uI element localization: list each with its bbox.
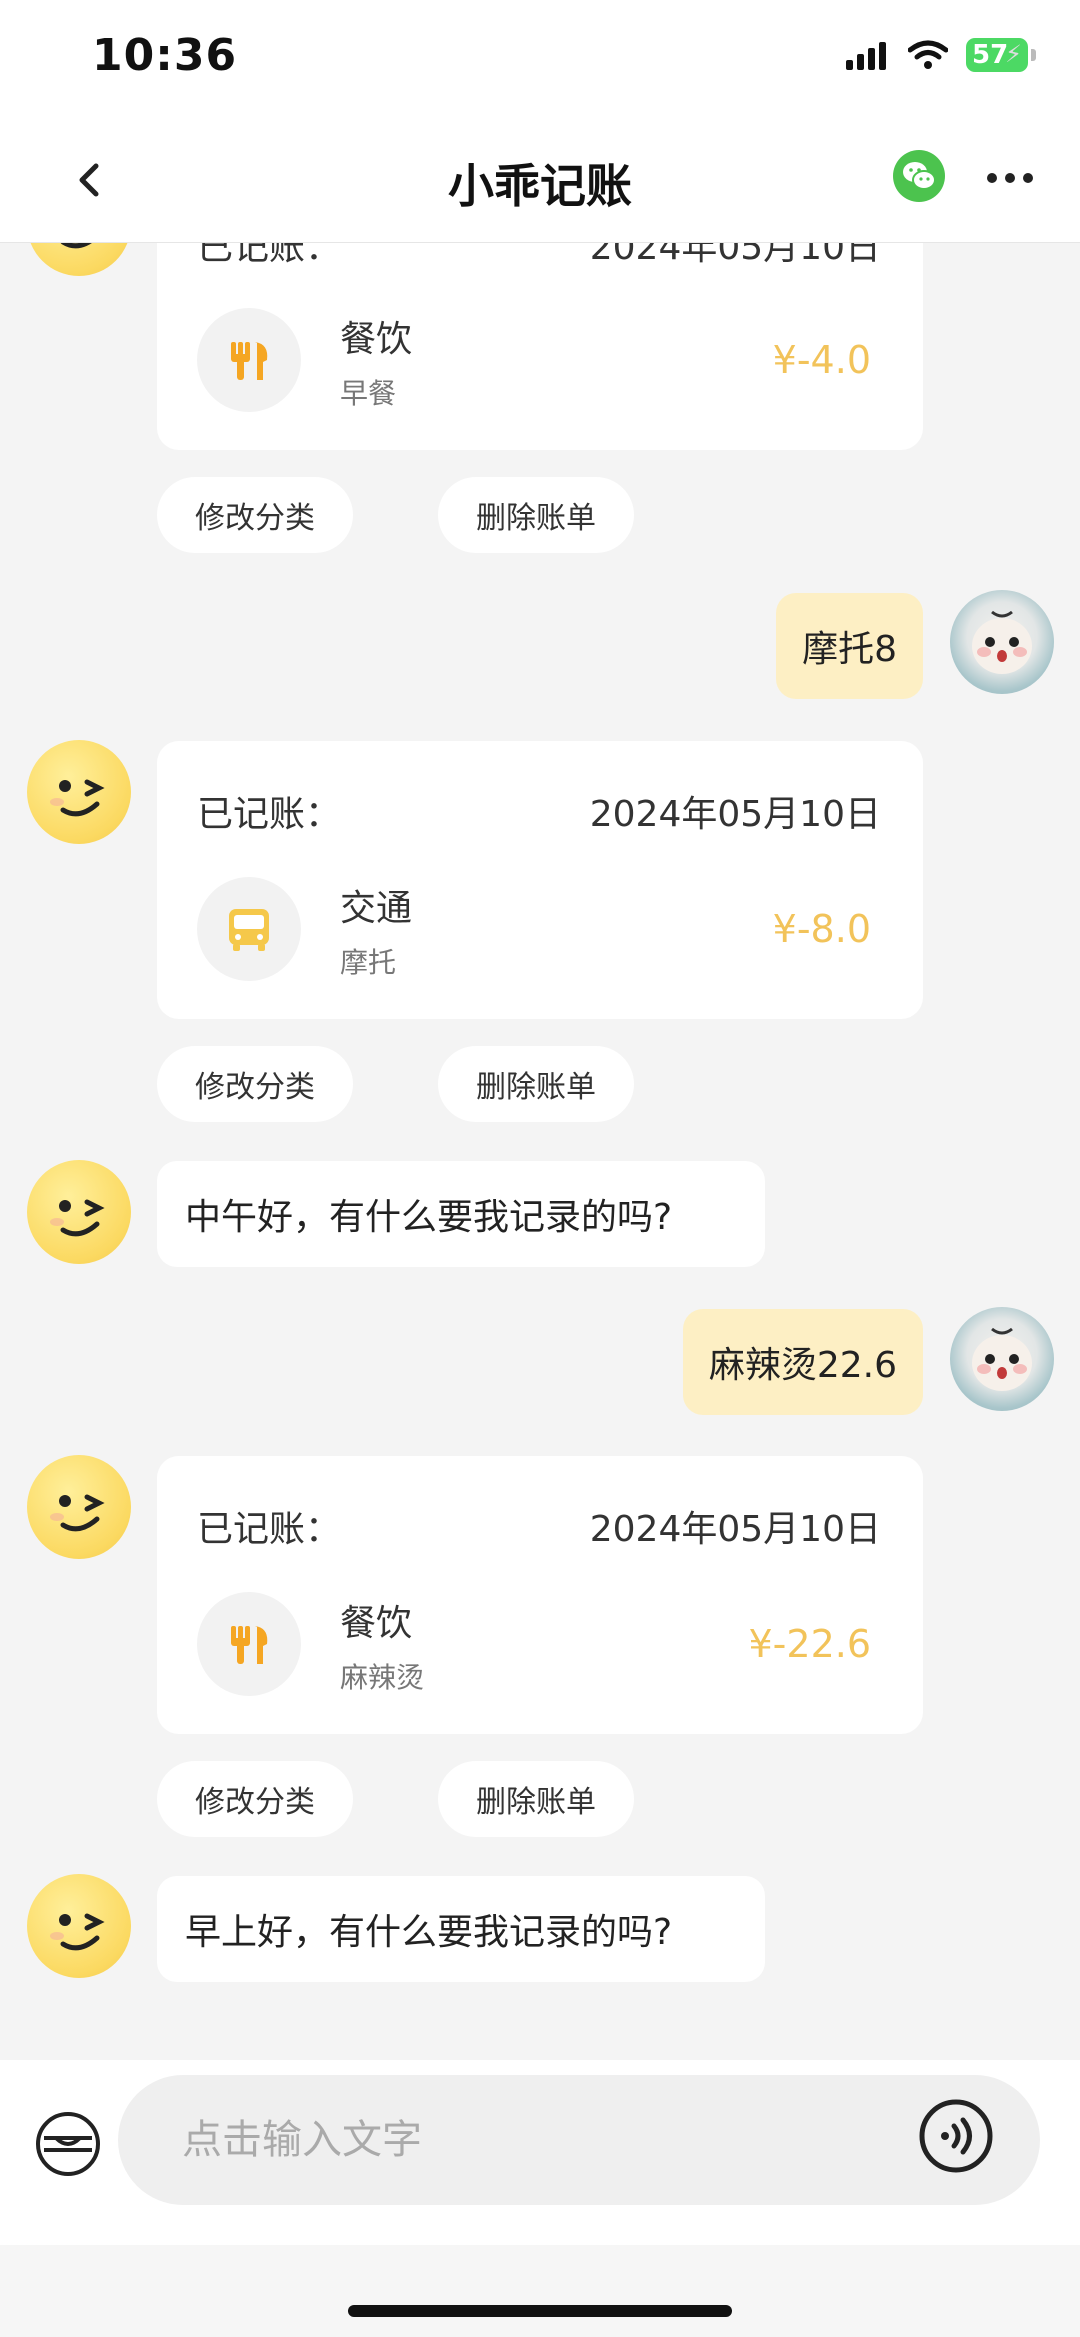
input-area	[0, 2060, 1080, 2245]
record-amount: ¥-22.6	[748, 1622, 872, 1666]
charging-icon: ⚡	[1005, 40, 1022, 68]
more-icon[interactable]	[980, 158, 1040, 198]
nav-bar: 小乖记账	[0, 120, 1080, 243]
bot-message-bubble: 中午好，有什么要我记录的吗?	[157, 1161, 765, 1267]
record-card: 已记账： 2024年05月10日 交通 摩托 ¥-8.0	[157, 741, 923, 1019]
bot-message-bubble: 早上好，有什么要我记录的吗?	[157, 1876, 765, 1982]
category-note: 麻辣烫	[340, 1661, 425, 1694]
user-avatar	[950, 590, 1054, 694]
record-card: 已记账： 2024年05月10日 餐饮 麻辣烫 ¥-22.6	[157, 1456, 923, 1734]
utensils-icon	[231, 1626, 268, 1664]
record-label: 已记账：	[197, 1509, 342, 1550]
bus-icon	[229, 909, 269, 951]
status-bar: 10:36 57 ⚡	[0, 0, 1080, 120]
voice-icon[interactable]	[918, 2098, 994, 2174]
bot-avatar	[27, 1455, 131, 1559]
category-note: 早餐	[340, 377, 397, 410]
status-icons: 57 ⚡	[846, 38, 1036, 72]
delete-bill-button[interactable]: 删除账单	[438, 1761, 634, 1837]
record-amount: ¥-4.0	[772, 338, 871, 382]
user-message-bubble: 麻辣烫22.6	[682, 1309, 923, 1415]
battery-level: 57	[972, 40, 1009, 70]
category-icon-circle	[197, 308, 301, 412]
chat-area[interactable]: 已记账： 2024年05月10日 餐饮 早餐 ¥-4.0 修改分类 删除账单 摩…	[0, 0, 1080, 2060]
message-input[interactable]	[118, 2075, 1040, 2205]
home-indicator-area	[0, 2245, 1080, 2337]
record-date: 2024年05月10日	[589, 794, 881, 835]
category-name: 餐饮	[340, 319, 413, 360]
category-icon-circle	[197, 1592, 301, 1696]
user-avatar	[950, 1307, 1054, 1411]
wifi-icon	[908, 40, 948, 69]
category-icon-circle	[197, 877, 301, 981]
status-time: 10:36	[92, 30, 238, 81]
home-indicator[interactable]	[348, 2305, 732, 2317]
category-note: 摩托	[340, 946, 397, 979]
wechat-icon[interactable]	[893, 150, 945, 202]
record-label: 已记账：	[197, 794, 342, 835]
category-name: 餐饮	[340, 1603, 413, 1644]
edit-category-button[interactable]: 修改分类	[157, 1761, 353, 1837]
signal-icon	[846, 42, 886, 70]
record-date: 2024年05月10日	[589, 1509, 881, 1550]
ledger-icon[interactable]	[34, 2110, 102, 2178]
bot-avatar	[27, 740, 131, 844]
category-name: 交通	[340, 888, 413, 929]
battery-icon: 57 ⚡	[966, 38, 1036, 72]
edit-category-button[interactable]: 修改分类	[157, 477, 353, 553]
utensils-icon	[231, 342, 268, 380]
bot-avatar	[27, 1160, 131, 1264]
delete-bill-button[interactable]: 删除账单	[438, 1046, 634, 1122]
edit-category-button[interactable]: 修改分类	[157, 1046, 353, 1122]
user-message-bubble: 摩托8	[776, 593, 923, 699]
record-amount: ¥-8.0	[772, 907, 871, 951]
delete-bill-button[interactable]: 删除账单	[438, 477, 634, 553]
bot-avatar	[27, 1874, 131, 1978]
